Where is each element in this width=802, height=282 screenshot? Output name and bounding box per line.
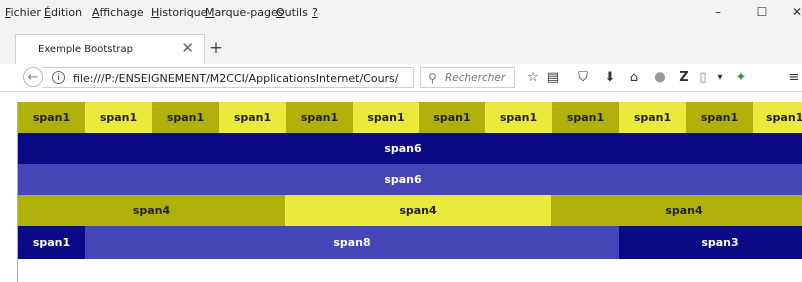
span6-cell: span6	[18, 164, 802, 195]
span1-cell: span1	[18, 226, 85, 259]
search-icon: ⚲	[428, 71, 437, 85]
adblock-icon[interactable]: ⬤	[652, 70, 668, 85]
extension-icon[interactable]: ✦	[733, 70, 749, 85]
hamburger-menu-icon[interactable]: ≡	[786, 70, 802, 85]
span1-cell: span1	[485, 102, 552, 133]
span4-cell: span4	[285, 195, 551, 226]
reader-view-icon[interactable]: ▤	[545, 70, 561, 85]
minimize-button[interactable]: –	[703, 3, 733, 21]
span1-cell: span1	[286, 102, 353, 133]
tab-strip: Exemple Bootstrap ✕ +	[0, 24, 802, 64]
close-window-button[interactable]: ✕	[782, 3, 802, 21]
span1-cell: span1	[353, 102, 419, 133]
back-button[interactable]: ←	[23, 67, 43, 87]
span1-cell: span1	[552, 102, 619, 133]
menu-aide[interactable]: ?	[312, 7, 318, 19]
span1-cell: span1	[419, 102, 485, 133]
zotero-icon[interactable]: Z	[676, 70, 692, 85]
close-icon[interactable]: ✕	[181, 39, 194, 57]
chevron-down-icon[interactable]: ▾	[712, 70, 728, 85]
menu-marque-pages[interactable]: Marque-pages	[205, 7, 283, 19]
span6-cell: span6	[18, 133, 802, 164]
span1-cell: span1	[152, 102, 219, 133]
url-text[interactable]: file:///P:/ENSEIGNEMENT/M2CCI/Applicatio…	[73, 72, 399, 85]
page-content: span1 span1 span1 span1 span1 span1 span…	[17, 102, 802, 282]
pocket-icon[interactable]: ⛉	[575, 70, 591, 85]
search-input[interactable]: ⚲ Rechercher	[420, 67, 515, 88]
menu-historique[interactable]: Historique	[151, 7, 207, 19]
tab-exemple-bootstrap[interactable]: Exemple Bootstrap ✕	[15, 34, 205, 64]
span8-cell: span8	[85, 226, 619, 259]
page-icon[interactable]: ▯	[695, 70, 711, 85]
span1-cell: span1	[686, 102, 753, 133]
menu-fichier[interactable]: Fichier	[5, 7, 41, 19]
span1-cell: span1	[18, 102, 85, 133]
menu-affichage[interactable]: Affichage	[92, 7, 144, 19]
url-bar[interactable]: i file:///P:/ENSEIGNEMENT/M2CCI/Applicat…	[42, 67, 435, 88]
bookmark-star-icon[interactable]: ☆	[525, 70, 541, 85]
menu-bar: Fichier Édition Affichage Historique Mar…	[0, 0, 802, 24]
span4-cell: span4	[18, 195, 285, 226]
home-icon[interactable]: ⌂	[626, 70, 642, 85]
tab-title: Exemple Bootstrap	[38, 44, 134, 55]
row-span1: span1 span1 span1 span1 span1 span1 span…	[18, 102, 802, 133]
info-icon[interactable]: i	[52, 71, 65, 84]
span1-cell: span1	[753, 102, 802, 133]
span1-cell: span1	[85, 102, 152, 133]
span4-cell: span4	[551, 195, 802, 226]
browser-window: Fichier Édition Affichage Historique Mar…	[0, 0, 802, 282]
search-placeholder: Rechercher	[445, 72, 506, 84]
navigation-toolbar: i file:///P:/ENSEIGNEMENT/M2CCI/Applicat…	[0, 64, 802, 92]
row-span4: span4 span4 span4	[18, 195, 802, 226]
row-span6-blue: span6	[18, 164, 802, 195]
download-icon[interactable]: ⬇	[602, 70, 618, 85]
row-mixed: span1 span8 span3	[18, 226, 802, 259]
row-span6-navy: span6	[18, 133, 802, 164]
span1-cell: span1	[619, 102, 686, 133]
maximize-button[interactable]: ☐	[747, 3, 777, 21]
menu-edition[interactable]: Édition	[44, 7, 82, 19]
menu-outils[interactable]: Outils	[276, 7, 308, 19]
span3-cell: span3	[619, 226, 802, 259]
new-tab-button[interactable]: +	[205, 37, 227, 59]
span1-cell: span1	[219, 102, 286, 133]
